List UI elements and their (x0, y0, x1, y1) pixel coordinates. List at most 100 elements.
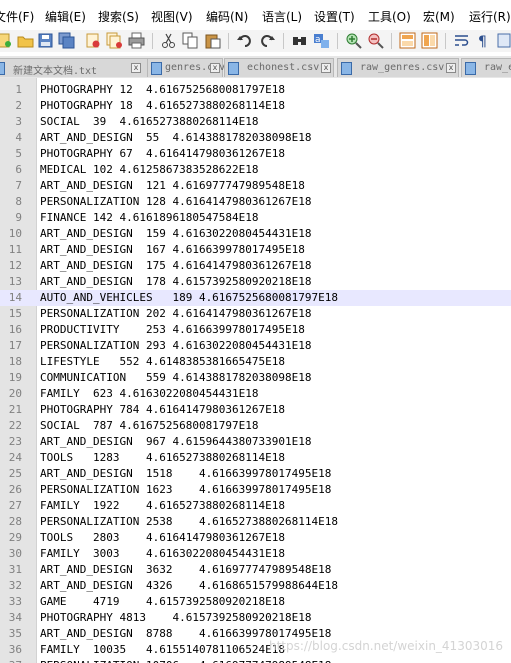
editor-line[interactable]: 1 PHOTOGRAPHY 12 4.6167525680081797E18 (0, 82, 511, 98)
editor-line[interactable]: 19 COMMUNICATION 559 4.6143881782038098E1… (0, 370, 511, 386)
editor-line[interactable]: 31 ART_AND_DESIGN 3632 4.616977747989548E… (0, 562, 511, 578)
editor-line[interactable]: 22 SOCIAL 787 4.6167525680081797E18 (0, 418, 511, 434)
line-text[interactable]: SOCIAL 787 4.6167525680081797E18 (40, 419, 259, 432)
save-all-icon[interactable] (58, 32, 75, 49)
tab-close-icon[interactable]: x (210, 63, 220, 73)
menu-macro[interactable]: 宏(M) (423, 8, 455, 25)
line-text[interactable]: ART_AND_DESIGN 55 4.6143881782038098E18 (40, 131, 312, 144)
undo-icon[interactable] (236, 32, 253, 49)
editor-line[interactable]: 5 PHOTOGRAPHY 67 4.6164147980361267E18 (0, 146, 511, 162)
line-text[interactable]: ART_AND_DESIGN 159 4.6163022080454431E18 (40, 227, 312, 240)
show-all-chars-icon[interactable]: ¶ (475, 32, 492, 50)
line-text[interactable]: PERSONALIZATION 128 4.6164147980361267E1… (40, 195, 312, 208)
copy-icon[interactable] (182, 32, 199, 49)
close-all-icon[interactable] (106, 32, 123, 49)
menu-search[interactable]: 搜索(S) (98, 8, 139, 25)
editor-line[interactable]: 14 AUTO_AND_VEHICLES 189 4.61675256800817… (0, 290, 511, 306)
tab-close-icon[interactable]: x (131, 63, 141, 73)
line-text[interactable]: FINANCE 142 4.6161896180547584E18 (40, 211, 259, 224)
editor-line[interactable]: 28 PERSONALIZATION 2538 4.616527388026811… (0, 514, 511, 530)
editor-line[interactable]: 25 ART_AND_DESIGN 1518 4.616639978017495E… (0, 466, 511, 482)
editor-line[interactable]: 13 ART_AND_DESIGN 178 4.6157392580920218E… (0, 274, 511, 290)
menu-tools[interactable]: 工具(O) (368, 8, 411, 25)
editor-line[interactable]: 23 ART_AND_DESIGN 967 4.6159644380733901E… (0, 434, 511, 450)
tab-raw-echonest[interactable]: raw_e x (461, 58, 511, 77)
line-text[interactable]: FAMILY 1922 4.6165273880268114E18 (40, 499, 285, 512)
new-file-icon[interactable] (0, 32, 13, 49)
line-text[interactable]: SOCIAL 39 4.6165273880268114E18 (40, 115, 259, 128)
text-editor[interactable]: 1 PHOTOGRAPHY 12 4.6167525680081797E18 2 PH… (0, 78, 511, 663)
line-text[interactable]: PERSONALIZATION 293 4.6163022080454431E1… (40, 339, 312, 352)
editor-line[interactable]: 12 ART_AND_DESIGN 175 4.6164147980361267E… (0, 258, 511, 274)
menu-settings[interactable]: 设置(T) (314, 8, 355, 25)
line-text[interactable]: TOOLS 1283 4.6165273880268114E18 (40, 451, 285, 464)
menu-language[interactable]: 语言(L) (262, 8, 302, 25)
line-text[interactable]: PERSONALIZATION 2538 4.6165273880268114E… (40, 515, 338, 528)
tab-echonest-csv[interactable]: echonest.csv x (224, 58, 334, 77)
line-text[interactable]: PERSONALIZATION 202 4.6164147980361267E1… (40, 307, 312, 320)
line-text[interactable]: ART_AND_DESIGN 4326 4.6168651579988644E1… (40, 579, 338, 592)
editor-line[interactable]: 17 PERSONALIZATION 293 4.6163022080454431… (0, 338, 511, 354)
editor-line[interactable]: 2 PHOTOGRAPHY 18 4.6165273880268114E18 (0, 98, 511, 114)
line-text[interactable]: LIFESTYLE 552 4.6148385381665475E18 (40, 355, 285, 368)
indent-guide-icon[interactable] (496, 32, 511, 49)
line-text[interactable]: PHOTOGRAPHY 784 4.6164147980361267E18 (40, 403, 285, 416)
tab-genres-csv[interactable]: genres.csv x (147, 58, 225, 77)
editor-line[interactable]: 33 GAME 4719 4.6157392580920218E18 (0, 594, 511, 610)
editor-line[interactable]: 7 ART_AND_DESIGN 121 4.616977747989548E18 (0, 178, 511, 194)
tab-raw-genres-csv[interactable]: raw_genres.csv x (337, 58, 459, 77)
word-wrap-icon[interactable] (453, 32, 470, 49)
editor-line[interactable]: 10 ART_AND_DESIGN 159 4.6163022080454431E… (0, 226, 511, 242)
editor-line[interactable]: 9 FINANCE 142 4.6161896180547584E18 (0, 210, 511, 226)
line-text[interactable]: PHOTOGRAPHY 12 4.6167525680081797E18 (40, 83, 285, 96)
editor-line[interactable]: 11 ART_AND_DESIGN 167 4.616639978017495E1… (0, 242, 511, 258)
line-text[interactable]: TOOLS 2803 4.6164147980361267E18 (40, 531, 285, 544)
editor-line[interactable]: 16 PRODUCTIVITY 253 4.616639978017495E18 (0, 322, 511, 338)
cut-icon[interactable] (160, 32, 177, 49)
line-text[interactable]: ART_AND_DESIGN 175 4.6164147980361267E18 (40, 259, 312, 272)
line-text[interactable]: ART_AND_DESIGN 121 4.616977747989548E18 (40, 179, 305, 192)
editor-line[interactable]: 26 PERSONALIZATION 1623 4.616639978017495… (0, 482, 511, 498)
find-icon[interactable] (291, 32, 308, 49)
editor-line[interactable]: 29 TOOLS 2803 4.6164147980361267E18 (0, 530, 511, 546)
line-text[interactable]: PERSONALIZATION 10706 4.616977747989548E… (40, 659, 331, 663)
menu-encoding[interactable]: 编码(N) (206, 8, 248, 25)
line-text[interactable]: AUTO_AND_VEHICLES 189 4.6167525680081797… (40, 291, 338, 304)
editor-line[interactable]: 4 ART_AND_DESIGN 55 4.6143881782038098E18 (0, 130, 511, 146)
editor-line[interactable]: 32 ART_AND_DESIGN 4326 4.6168651579988644… (0, 578, 511, 594)
sync-vertical-icon[interactable] (399, 32, 416, 49)
line-text[interactable]: PHOTOGRAPHY 67 4.6164147980361267E18 (40, 147, 285, 160)
line-text[interactable]: MEDICAL 102 4.6125867383528622E18 (40, 163, 259, 176)
replace-icon[interactable]: a (313, 32, 330, 49)
editor-line[interactable]: 27 FAMILY 1922 4.6165273880268114E18 (0, 498, 511, 514)
menu-run[interactable]: 运行(R) (469, 8, 511, 25)
print-icon[interactable] (128, 32, 145, 49)
zoom-in-icon[interactable] (345, 32, 362, 49)
editor-line[interactable]: 24 TOOLS 1283 4.6165273880268114E18 (0, 450, 511, 466)
line-text[interactable]: ART_AND_DESIGN 178 4.6157392580920218E18 (40, 275, 312, 288)
line-text[interactable]: FAMILY 623 4.6163022080454431E18 (40, 387, 259, 400)
line-text[interactable]: ART_AND_DESIGN 967 4.6159644380733901E18 (40, 435, 312, 448)
editor-line[interactable]: 6 MEDICAL 102 4.6125867383528622E18 (0, 162, 511, 178)
line-text[interactable]: PHOTOGRAPHY 18 4.6165273880268114E18 (40, 99, 285, 112)
redo-icon[interactable] (259, 32, 276, 49)
tab-new-text-document[interactable]: 新建文本文档.txt x (0, 58, 150, 77)
paste-icon[interactable] (204, 32, 221, 49)
save-icon[interactable] (37, 32, 54, 49)
line-text[interactable]: COMMUNICATION 559 4.6143881782038098E18 (40, 371, 312, 384)
editor-line[interactable]: 20 FAMILY 623 4.6163022080454431E18 (0, 386, 511, 402)
line-text[interactable]: ART_AND_DESIGN 167 4.616639978017495E18 (40, 243, 305, 256)
zoom-out-icon[interactable] (367, 32, 384, 49)
menu-file[interactable]: 文件(F) (0, 8, 34, 25)
menu-view[interactable]: 视图(V) (151, 8, 193, 25)
editor-line[interactable]: 37 PERSONALIZATION 10706 4.61697774798954… (0, 658, 511, 663)
editor-line[interactable]: 15 PERSONALIZATION 202 4.6164147980361267… (0, 306, 511, 322)
line-text[interactable]: PHOTOGRAPHY 4813 4.6157392580920218E18 (40, 611, 312, 624)
editor-line[interactable]: 3 SOCIAL 39 4.6165273880268114E18 (0, 114, 511, 130)
tab-close-icon[interactable]: x (321, 63, 331, 73)
editor-line[interactable]: 34 PHOTOGRAPHY 4813 4.6157392580920218E18 (0, 610, 511, 626)
line-text[interactable]: PERSONALIZATION 1623 4.616639978017495E1… (40, 483, 331, 496)
editor-line[interactable]: 18 LIFESTYLE 552 4.6148385381665475E18 (0, 354, 511, 370)
editor-line[interactable]: 8 PERSONALIZATION 128 4.6164147980361267E… (0, 194, 511, 210)
line-text[interactable]: FAMILY 10035 4.6155140781106524E18 (40, 643, 285, 656)
